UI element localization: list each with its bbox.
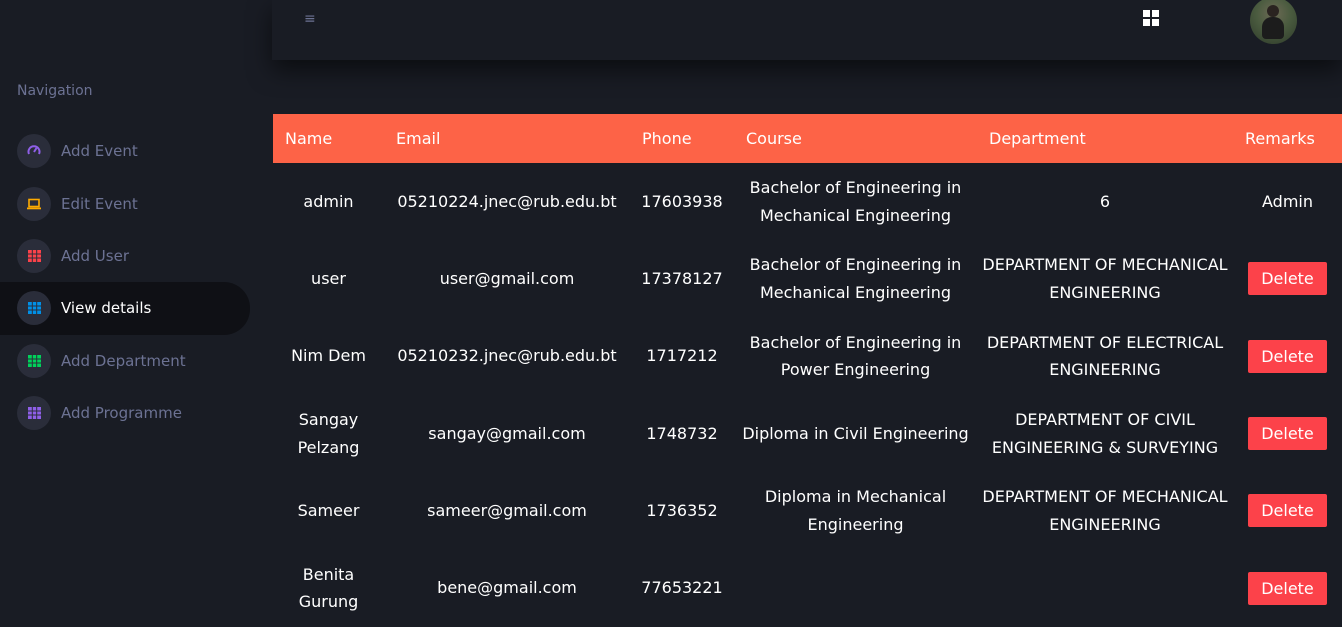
cell-email: 05210232.jnec@rub.edu.bt — [397, 346, 617, 366]
cell-phone: 1717212 — [646, 346, 718, 366]
table-row: Benita Gurung bene@gmail.com 77653221 De… — [273, 549, 1342, 626]
nav-title: Navigation — [17, 83, 93, 99]
cell-name: Benita Gurung — [298, 564, 359, 612]
cell-department — [977, 549, 1233, 626]
sidebar: Navigation Add Event Edit Event Add User… — [0, 0, 272, 626]
cell-phone: 1748732 — [646, 423, 718, 443]
cell-email: sangay@gmail.com — [428, 423, 586, 443]
cell-course: Diploma in Mechanical Engineering — [764, 487, 947, 534]
cell-phone: 17378127 — [641, 269, 723, 289]
sidebar-item-add-programme[interactable]: Add Programme — [0, 387, 250, 439]
table-row: Sameer sameer@gmail.com 1736352 Diploma … — [273, 472, 1342, 549]
cell-department: 6 — [1099, 191, 1111, 211]
cell-email: 05210224.jnec@rub.edu.bt — [397, 191, 617, 211]
table-icon — [17, 291, 51, 326]
cell-course: Bachelor of Engineering in Mechanical En… — [749, 255, 962, 302]
topbar: ≡ — [272, 0, 1342, 60]
table-icon — [17, 343, 51, 378]
cell-name: admin — [303, 191, 354, 211]
sidebar-item-view-details[interactable]: View details — [0, 282, 250, 335]
cell-department: DEPARTMENT OF ELECTRICAL ENGINEERING — [986, 332, 1224, 380]
column-header-phone[interactable]: Phone — [630, 114, 734, 163]
table-row: user user@gmail.com 17378127 Bachelor of… — [273, 240, 1342, 317]
cell-remarks: Delete — [1233, 240, 1342, 317]
table-header-row: Name Email Phone Course Department Remar… — [273, 114, 1342, 163]
table-row: admin 05210224.jnec@rub.edu.bt 17603938 … — [273, 163, 1342, 240]
avatar[interactable] — [1250, 0, 1297, 44]
cell-phone: 77653221 — [641, 578, 723, 598]
cell-name: Sangay Pelzang — [297, 410, 360, 457]
sidebar-item-label: Add Event — [61, 142, 138, 161]
table-icon — [17, 238, 51, 273]
cell-remarks: Delete — [1233, 395, 1342, 472]
cell-email: bene@gmail.com — [437, 578, 577, 598]
delete-button[interactable]: Delete — [1248, 339, 1327, 373]
delete-button[interactable]: Delete — [1248, 417, 1327, 451]
delete-button[interactable]: Delete — [1248, 494, 1327, 528]
cell-remarks: Delete — [1233, 318, 1342, 395]
cell-name: user — [311, 269, 346, 289]
speedometer-icon — [17, 134, 51, 169]
sidebar-item-edit-event[interactable]: Edit Event — [0, 177, 250, 229]
sidebar-item-label: Edit Event — [61, 194, 138, 213]
laptop-icon — [17, 186, 51, 221]
cell-email: user@gmail.com — [439, 269, 575, 289]
sidebar-item-add-event[interactable]: Add Event — [0, 125, 250, 177]
column-header-department[interactable]: Department — [977, 114, 1233, 163]
column-header-email[interactable]: Email — [384, 114, 630, 163]
sidebar-item-label: Add Programme — [61, 404, 182, 423]
cell-name: Nim Dem — [291, 346, 366, 366]
delete-button[interactable]: Delete — [1248, 571, 1327, 605]
sidebar-item-add-department[interactable]: Add Department — [0, 335, 250, 387]
cell-department: DEPARTMENT OF MECHANICAL ENGINEERING — [982, 255, 1228, 302]
table-row: Sangay Pelzang sangay@gmail.com 1748732 … — [273, 395, 1342, 472]
cell-name: Sameer — [297, 501, 360, 521]
cell-email: sameer@gmail.com — [427, 501, 587, 521]
sidebar-item-label: Add Department — [61, 351, 186, 370]
column-header-course[interactable]: Course — [734, 114, 977, 163]
cell-course: Bachelor of Engineering in Power Enginee… — [749, 332, 962, 380]
nav-list: Add Event Edit Event Add User View detai… — [0, 125, 272, 439]
table-icon — [17, 396, 51, 431]
cell-remarks: Delete — [1233, 549, 1342, 626]
cell-remarks: Admin — [1262, 191, 1313, 211]
cell-department: DEPARTMENT OF CIVIL ENGINEERING & SURVEY… — [991, 410, 1219, 457]
cell-course: Bachelor of Engineering in Mechanical En… — [749, 178, 962, 225]
table-row: Nim Dem 05210232.jnec@rub.edu.bt 1717212… — [273, 318, 1342, 395]
cell-remarks: Delete — [1233, 472, 1342, 549]
grid-icon[interactable] — [1143, 10, 1160, 27]
sidebar-item-label: View details — [61, 299, 152, 318]
column-header-remarks[interactable]: Remarks — [1233, 114, 1342, 163]
cell-phone: 1736352 — [646, 501, 718, 521]
cell-course: Diploma in Civil Engineering — [742, 423, 969, 443]
sidebar-item-label: Add User — [61, 246, 129, 265]
hamburger-icon[interactable]: ≡ — [304, 11, 316, 27]
delete-button[interactable]: Delete — [1248, 262, 1327, 296]
users-table: Name Email Phone Course Department Remar… — [273, 114, 1342, 627]
sidebar-item-add-user[interactable]: Add User — [0, 230, 250, 282]
cell-course — [734, 549, 977, 626]
column-header-name[interactable]: Name — [273, 114, 384, 163]
cell-department: DEPARTMENT OF MECHANICAL ENGINEERING — [982, 487, 1228, 534]
cell-phone: 17603938 — [641, 191, 723, 211]
